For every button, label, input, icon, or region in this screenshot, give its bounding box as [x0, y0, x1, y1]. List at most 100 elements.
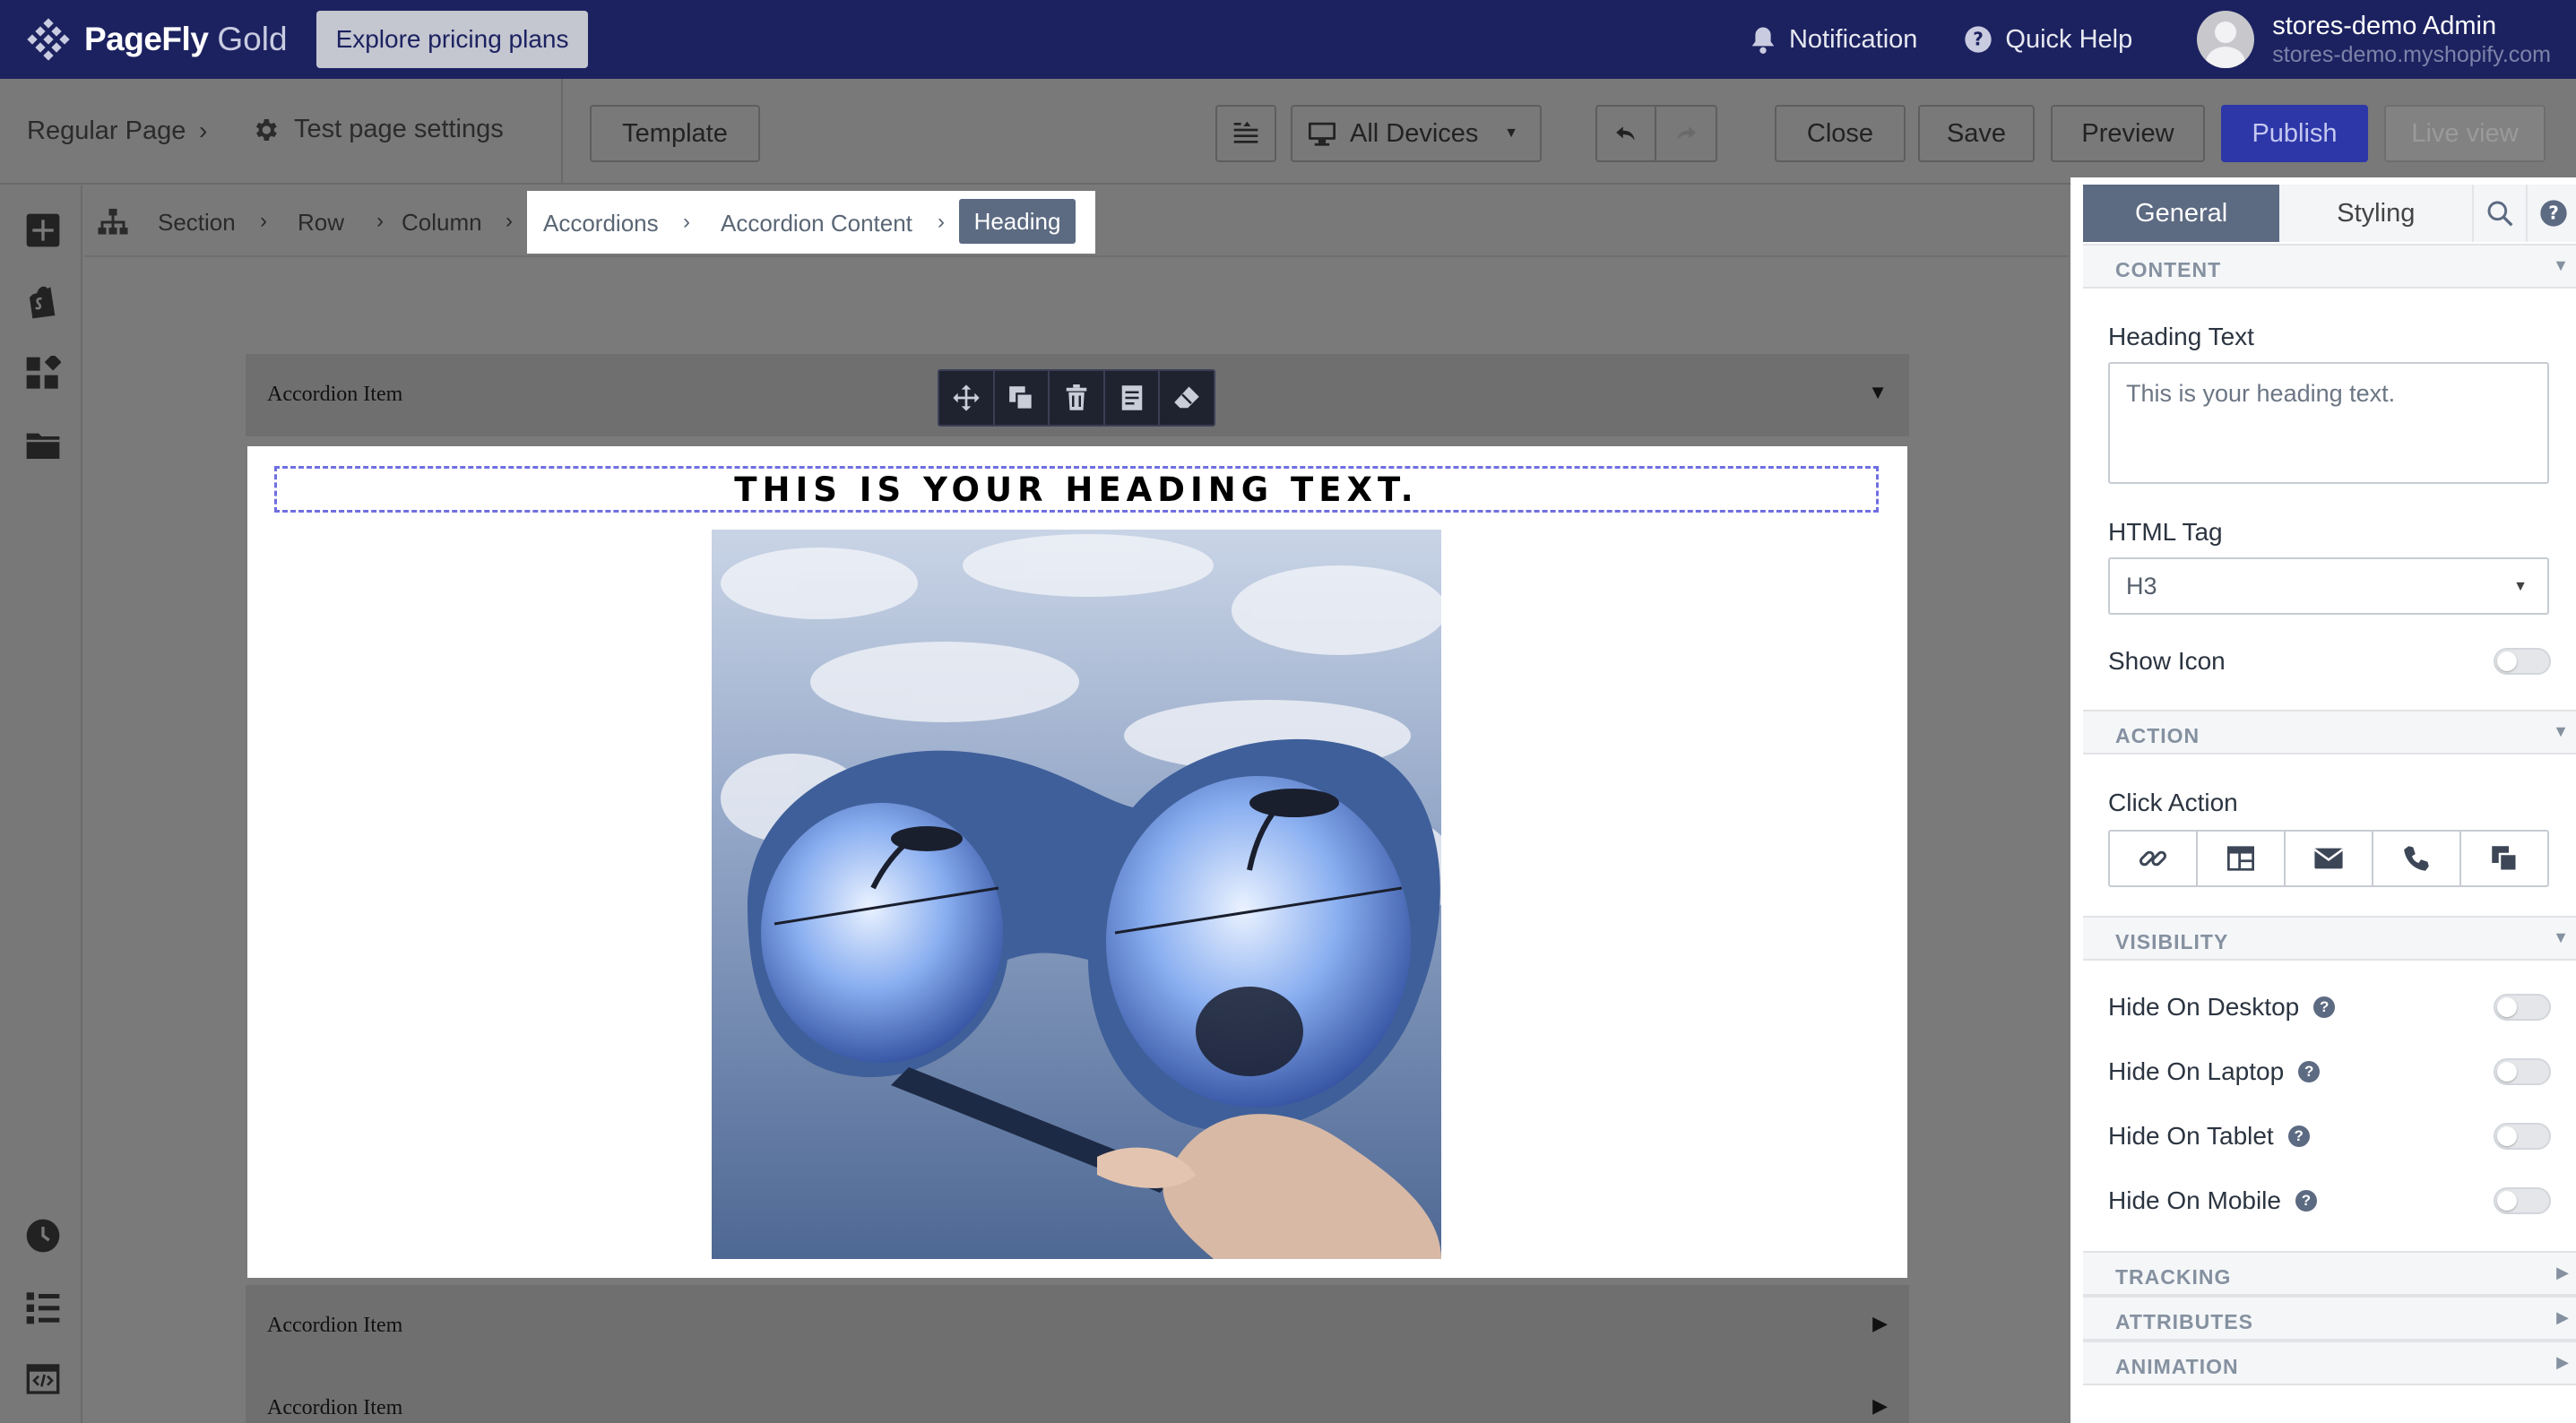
- visibility-section-label: VISIBILITY: [2115, 930, 2229, 953]
- save-button[interactable]: Save: [1918, 105, 2035, 162]
- save-as-section-button[interactable]: [1105, 371, 1161, 425]
- action-link-button[interactable]: [2110, 832, 2198, 885]
- svg-text:?: ?: [1974, 29, 1984, 50]
- gear-icon: [255, 118, 277, 141]
- caret-right-icon: ▶: [1872, 1394, 1888, 1417]
- selected-heading-element[interactable]: THIS IS YOUR HEADING TEXT.: [274, 466, 1879, 513]
- layout-icon: [2227, 846, 2254, 871]
- page-settings-button[interactable]: Test page settings: [251, 115, 504, 144]
- accordion-item-header[interactable]: Accordion Item ▶: [246, 1285, 1909, 1367]
- eraser-icon: [1174, 386, 1199, 409]
- hide-on-laptop-toggle[interactable]: [2494, 1058, 2551, 1085]
- notification-button[interactable]: Notification: [1750, 25, 1917, 55]
- show-icon-label: Show Icon: [2108, 647, 2226, 675]
- breadcrumb-column[interactable]: Column: [402, 209, 482, 237]
- hide-on-mobile-toggle[interactable]: [2494, 1187, 2551, 1214]
- tab-styling[interactable]: Styling: [2279, 185, 2472, 242]
- redo-icon: [1677, 126, 1696, 141]
- breadcrumb-accordion-content[interactable]: Accordion Content: [721, 210, 912, 237]
- action-email-button[interactable]: [2286, 832, 2373, 885]
- style-button[interactable]: [1160, 371, 1214, 425]
- text-editor-button[interactable]: [1215, 105, 1276, 162]
- preview-button[interactable]: Preview: [2051, 105, 2205, 162]
- heading-text-label: Heading Text: [2108, 323, 2254, 350]
- quick-help-button[interactable]: ? Quick Help: [1964, 25, 2132, 55]
- panel-help-button[interactable]: ?: [2526, 185, 2576, 242]
- explore-pricing-button[interactable]: Explore pricing plans: [316, 11, 589, 68]
- accordion-item-title: Accordion Item: [267, 383, 403, 406]
- content-section-header[interactable]: CONTENT ▼: [2083, 244, 2576, 289]
- tab-general[interactable]: General: [2083, 185, 2280, 242]
- toolbar-divider: [561, 79, 563, 185]
- animation-section-label: ANIMATION: [2115, 1355, 2239, 1378]
- hide-on-desktop-label: Hide On Desktop: [2108, 993, 2300, 1021]
- breadcrumb-row[interactable]: Row: [298, 209, 344, 237]
- panel-search-button[interactable]: [2472, 185, 2526, 242]
- sunglasses-image[interactable]: [712, 530, 1441, 1259]
- action-phone-button[interactable]: [2373, 832, 2461, 885]
- template-button[interactable]: Template: [590, 105, 760, 162]
- hide-on-tablet-toggle[interactable]: [2494, 1123, 2551, 1150]
- page-type-breadcrumb[interactable]: Regular Page: [27, 116, 186, 146]
- duplicate-button[interactable]: [995, 371, 1050, 425]
- link-icon: [2139, 850, 2166, 867]
- animation-section-header[interactable]: ANIMATION ▶: [2083, 1341, 2576, 1385]
- caret-down-icon: ▼: [2553, 256, 2569, 274]
- add-element-icon[interactable]: [25, 212, 61, 248]
- pagefly-logo-icon: [27, 18, 70, 61]
- help-icon[interactable]: ?: [2298, 1061, 2321, 1082]
- redo-button[interactable]: [1656, 107, 1716, 160]
- chevron-right-icon: ›: [506, 209, 513, 233]
- html-tag-select[interactable]: H3 ▼: [2108, 557, 2549, 615]
- accordion-item-header[interactable]: Accordion Item ▶: [246, 1367, 1909, 1423]
- breadcrumb-heading-active[interactable]: Heading: [959, 199, 1076, 244]
- sitemap-icon[interactable]: [97, 207, 129, 237]
- close-button[interactable]: Close: [1775, 105, 1906, 162]
- caret-down-icon: ▼: [1868, 381, 1888, 403]
- move-arrows-icon: [953, 384, 980, 411]
- page-settings-label: Test page settings: [294, 115, 504, 143]
- undo-icon: [1616, 126, 1635, 141]
- outline-list-icon[interactable]: [25, 1289, 61, 1325]
- element-floating-toolbar: [938, 369, 1215, 427]
- breadcrumb-section[interactable]: Section: [158, 209, 236, 237]
- widgets-icon[interactable]: [25, 356, 61, 392]
- action-scroll-button[interactable]: [2461, 832, 2547, 885]
- svg-text:?: ?: [2548, 203, 2559, 224]
- move-button[interactable]: [939, 371, 995, 425]
- shopify-icon[interactable]: [25, 284, 61, 320]
- hide-on-tablet-row: Hide On Tablet ?: [2108, 1122, 2310, 1151]
- folder-icon[interactable]: [25, 427, 61, 463]
- help-icon[interactable]: ?: [2313, 996, 2336, 1018]
- click-action-group: [2108, 830, 2549, 887]
- caret-down-icon: ▼: [1504, 125, 1518, 141]
- accordion-item-title: Accordion Item: [267, 1396, 403, 1419]
- help-icon[interactable]: ?: [2295, 1190, 2317, 1212]
- visibility-section-header[interactable]: VISIBILITY ▼: [2083, 916, 2576, 961]
- breadcrumb-accordions[interactable]: Accordions: [543, 210, 659, 237]
- account-menu[interactable]: stores-demo Admin stores-demo.myshopify.…: [2197, 11, 2551, 68]
- show-icon-toggle[interactable]: [2494, 648, 2551, 675]
- publish-button[interactable]: Publish: [2221, 105, 2368, 162]
- heading-text-input[interactable]: This is your heading text.: [2108, 362, 2549, 484]
- action-popup-button[interactable]: [2198, 832, 2286, 885]
- action-section-header[interactable]: ACTION ▼: [2083, 710, 2576, 755]
- code-editor-icon[interactable]: [25, 1361, 61, 1397]
- hide-on-desktop-row: Hide On Desktop ?: [2108, 993, 2336, 1022]
- delete-button[interactable]: [1050, 371, 1105, 425]
- caret-right-icon: ▶: [2556, 1263, 2569, 1281]
- undo-button[interactable]: [1597, 107, 1657, 160]
- attributes-section-header[interactable]: ATTRIBUTES ▶: [2083, 1296, 2576, 1341]
- tracking-section-header[interactable]: TRACKING ▶: [2083, 1251, 2576, 1296]
- help-icon[interactable]: ?: [2287, 1125, 2310, 1147]
- pagefly-logo[interactable]: PageFly Gold: [27, 0, 288, 79]
- device-selector-label: All Devices: [1350, 118, 1479, 148]
- hide-on-desktop-toggle[interactable]: [2494, 994, 2551, 1021]
- live-view-button[interactable]: Live view: [2384, 105, 2546, 162]
- history-clock-icon[interactable]: [25, 1218, 61, 1254]
- desktop-icon: [1309, 122, 1336, 146]
- text-align-icon: [1233, 121, 1258, 143]
- bell-icon: [1751, 27, 1775, 54]
- device-selector[interactable]: All Devices ▼: [1291, 105, 1542, 162]
- avatar: [2197, 11, 2255, 68]
